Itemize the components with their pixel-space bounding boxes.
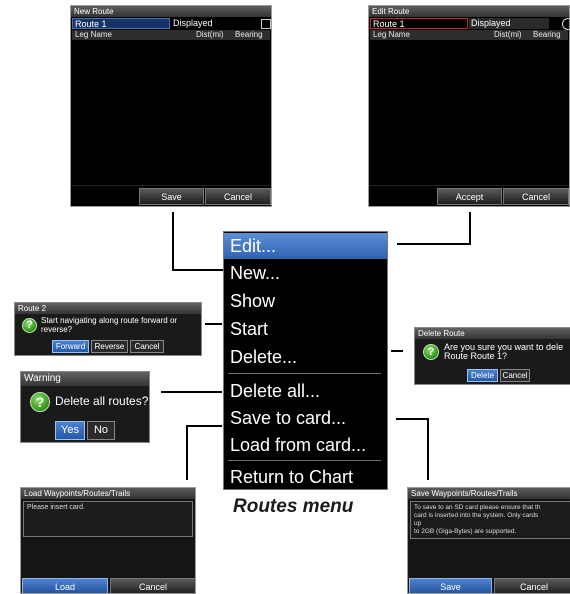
message-box: Please insert card. [23, 501, 193, 537]
col-bearing: Bearing [235, 30, 263, 39]
menu-item-delete[interactable]: Delete... [224, 344, 387, 370]
displayed-radio[interactable] [562, 18, 569, 30]
menu-item-show[interactable]: Show [224, 288, 387, 314]
yes-button[interactable]: Yes [55, 421, 85, 440]
question-icon: ? [30, 392, 50, 412]
connector-save [396, 418, 429, 480]
save-button[interactable]: Save [139, 188, 204, 205]
route2-dialog: Route 2 ? Start navigating along route f… [14, 302, 202, 356]
forward-button[interactable]: Forward [52, 340, 89, 353]
load-message: Please insert card. [27, 504, 85, 511]
col-leg-name: Leg Name [373, 30, 410, 39]
col-leg-name: Leg Name [75, 30, 112, 39]
button-bar: Save Cancel [71, 185, 271, 206]
menu-item-delete-all[interactable]: Delete all... [224, 378, 387, 404]
route-name-field[interactable]: Route 1 [370, 18, 468, 29]
dialog-title: Route 2 [15, 303, 201, 314]
menu-separator [228, 373, 381, 374]
menu-caption: Routes menu [233, 496, 354, 517]
save-message-line3: up [414, 520, 422, 527]
save-panel: Save Waypoints/Routes/Trails To save to … [407, 487, 570, 594]
panel-title: Save Waypoints/Routes/Trails [408, 488, 570, 499]
displayed-label: Displayed [469, 18, 549, 29]
col-dist: Dist(mi) [196, 30, 224, 39]
menu-item-save-to-card[interactable]: Save to card... [224, 405, 387, 431]
menu-item-edit[interactable]: Edit... [224, 233, 387, 259]
cancel-button[interactable]: Cancel [500, 369, 530, 382]
menu-item-new[interactable]: New... [224, 260, 387, 286]
column-header: Leg Name Dist(mi) Bearing [370, 30, 568, 40]
load-panel: Load Waypoints/Routes/Trails Please inse… [20, 487, 196, 594]
cancel-button[interactable]: Cancel [494, 578, 570, 593]
new-route-panel: New Route Route 1 Displayed Leg Name Dis… [70, 5, 272, 207]
question-icon: ? [423, 344, 439, 360]
cancel-button[interactable]: Cancel [130, 340, 164, 353]
reverse-button[interactable]: Reverse [91, 340, 128, 353]
menu-item-start[interactable]: Start [224, 316, 387, 342]
dialog-title: Warning [21, 372, 149, 386]
cancel-button[interactable]: Cancel [503, 188, 569, 205]
warning-dialog: Warning ? Delete all routes? Yes No [20, 371, 150, 443]
question-icon: ? [22, 318, 37, 333]
route-name-field[interactable]: Route 1 [72, 18, 170, 29]
edit-route-panel: Edit Route Route 1 Displayed Leg Name Di… [368, 5, 570, 207]
panel-title: Load Waypoints/Routes/Trails [21, 488, 195, 499]
delete-route-dialog: Delete Route ? Are you sure you want to … [414, 327, 570, 385]
save-message-line4: to 2GB (Giga-Bytes) are supported. [414, 528, 517, 535]
routes-menu: Edit... New... Show Start Delete... Dele… [223, 231, 388, 490]
connector-edit [397, 212, 471, 245]
accept-button[interactable]: Accept [437, 188, 502, 205]
displayed-label: Displayed [173, 18, 213, 28]
no-button[interactable]: No [87, 421, 115, 440]
cancel-button[interactable]: Cancel [110, 578, 195, 593]
menu-item-return-to-chart[interactable]: Return to Chart [224, 464, 387, 490]
connector-load [186, 425, 222, 480]
displayed-checkbox[interactable] [261, 19, 271, 29]
connector-new [172, 212, 223, 271]
dialog-title: Delete Route [415, 328, 570, 339]
load-button[interactable]: Load [22, 578, 108, 593]
menu-separator [228, 460, 381, 461]
col-dist: Dist(mi) [494, 30, 522, 39]
column-header: Leg Name Dist(mi) Bearing [72, 30, 270, 40]
save-message-line1: To save to an SD card please ensure that… [414, 504, 541, 511]
save-message-line2: card is inserted into the system. Only c… [414, 512, 539, 519]
menu-item-load-from-card[interactable]: Load from card... [224, 432, 387, 458]
cancel-button[interactable]: Cancel [205, 188, 271, 205]
delete-button[interactable]: Delete [467, 369, 498, 382]
button-bar: Accept Cancel [369, 185, 569, 206]
dialog-message: Delete all routes? [55, 394, 149, 408]
message-box: To save to an SD card please ensure that… [410, 501, 570, 539]
dialog-message: Start navigating along route forward or … [41, 316, 178, 334]
panel-title: New Route [71, 6, 271, 17]
dialog-message-line2: Route Route 1? [444, 351, 508, 361]
panel-title: Edit Route [369, 6, 569, 17]
col-bearing: Bearing [533, 30, 561, 39]
save-button[interactable]: Save [409, 578, 492, 593]
